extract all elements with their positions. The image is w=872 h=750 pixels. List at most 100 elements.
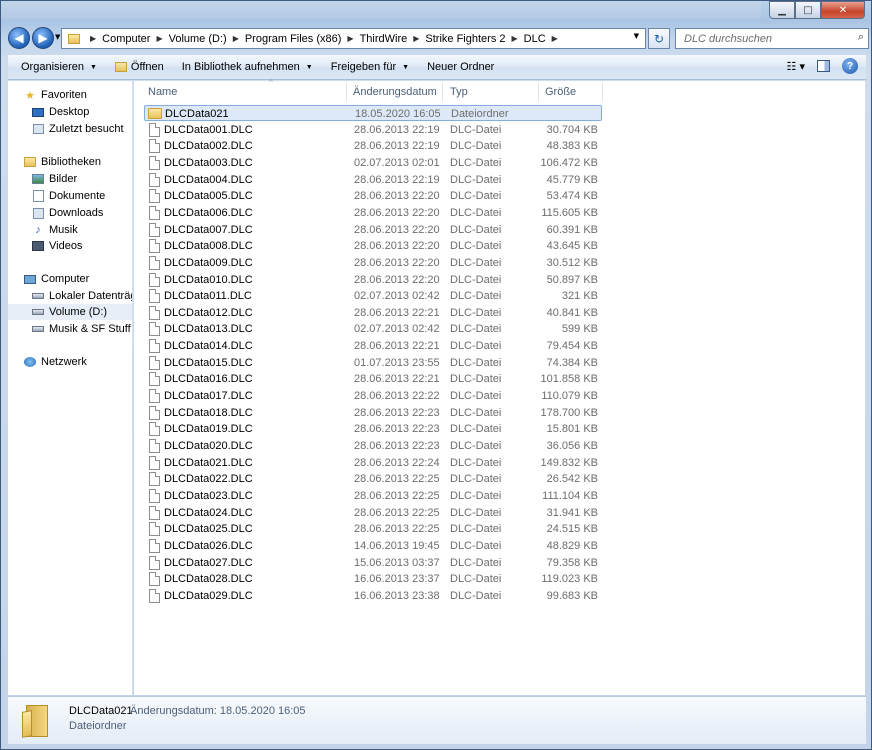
nav-downloads[interactable]: Downloads [31, 205, 132, 221]
open-button[interactable]: Öffnen [106, 55, 173, 79]
breadcrumb-item[interactable]: DLC [524, 33, 546, 45]
table-row[interactable]: DLCData015.DLC 01.07.2013 23:55 DLC-Datei 7… [144, 355, 602, 371]
table-row[interactable]: DLCData009.DLC 28.06.2013 22:20 DLC-Datei 3… [144, 255, 602, 271]
folder-icon [68, 33, 80, 44]
file-icon [149, 355, 160, 370]
file-name: DLCData017.DLC [164, 390, 253, 403]
chevron-right-icon[interactable]: ▶ [512, 34, 518, 43]
table-row[interactable]: DLCData013.DLC 02.07.2013 02:42 DLC-Datei 5… [144, 321, 602, 337]
table-row[interactable]: DLCData027.DLC 15.06.2013 03:37 DLC-Datei 7… [144, 555, 602, 571]
chevron-right-icon[interactable]: ▶ [347, 34, 353, 43]
preview-pane-icon[interactable] [817, 60, 830, 72]
nav-pictures[interactable]: Bilder [31, 171, 132, 187]
search-input[interactable]: DLC durchsuchen ⌕ [675, 28, 869, 49]
chevron-right-icon[interactable]: ▶ [156, 34, 162, 43]
chevron-right-icon[interactable]: ▶ [552, 34, 558, 43]
file-size: 99.683 KB [546, 589, 598, 602]
nav-music-sf-drive[interactable]: Musik & SF Stuff (F:) [31, 321, 132, 337]
back-button[interactable]: ◀ [8, 27, 30, 49]
nav-music[interactable]: ♪ Musik [31, 222, 132, 238]
nav-volume-d[interactable]: Volume (D:) [8, 304, 132, 320]
file-date: 28.06.2013 22:25 [354, 523, 440, 536]
table-row[interactable]: DLCData002.DLC 28.06.2013 22:19 DLC-Datei 4… [144, 138, 602, 154]
file-name: DLCData008.DLC [164, 240, 253, 253]
nav-local-disk[interactable]: Lokaler Datenträger [31, 288, 132, 304]
new-folder-button[interactable]: Neuer Ordner [418, 55, 503, 79]
recent-pages-dropdown[interactable]: ▼ [55, 33, 60, 41]
column-header-date[interactable]: Änderungsdatum [353, 83, 437, 101]
view-options-icon[interactable]: ☷ ▾ [787, 60, 805, 73]
column-divider[interactable] [442, 83, 443, 101]
breadcrumb-item[interactable]: Program Files (x86) [245, 33, 342, 45]
close-button[interactable]: ✕ [821, 1, 865, 19]
nav-network[interactable]: Netzwerk [23, 354, 132, 370]
file-size: 50.897 KB [546, 273, 598, 286]
include-in-library-button[interactable]: In Bibliothek aufnehmen ▼ [173, 55, 322, 79]
table-row[interactable]: DLCData010.DLC 28.06.2013 22:20 DLC-Datei 5… [144, 272, 602, 288]
file-type: DLC-Datei [450, 390, 502, 403]
share-with-button[interactable]: Freigeben für ▼ [322, 55, 418, 79]
table-row[interactable]: DLCData019.DLC 28.06.2013 22:23 DLC-Datei 1… [144, 421, 602, 437]
column-divider[interactable] [346, 83, 347, 101]
table-row[interactable]: DLCData008.DLC 28.06.2013 22:20 DLC-Datei 4… [144, 238, 602, 254]
table-row[interactable]: DLCData020.DLC 28.06.2013 22:23 DLC-Datei 3… [144, 438, 602, 454]
address-dropdown-icon[interactable]: ▼ [634, 32, 639, 40]
navigation-bar: ◀ ▶ ▼ ▶ Computer ▶ Volume (D:) ▶ Program File… [8, 27, 869, 51]
column-header-type[interactable]: Typ [450, 83, 468, 101]
breadcrumb-item[interactable]: ThirdWire [360, 33, 408, 45]
column-header-name[interactable]: Name [148, 83, 177, 101]
address-bar[interactable]: ▶ Computer ▶ Volume (D:) ▶ Program Files (x86… [61, 28, 646, 49]
column-header-size[interactable]: Größe [545, 83, 576, 101]
table-row[interactable]: DLCData028.DLC 16.06.2013 23:37 DLC-Datei 1… [144, 571, 602, 587]
table-row[interactable]: DLCData021 18.05.2020 16:05 Dateiordner [144, 105, 602, 121]
back-arrow-icon: ◀ [14, 31, 24, 45]
table-row[interactable]: DLCData022.DLC 28.06.2013 22:25 DLC-Datei 2… [144, 471, 602, 487]
refresh-button[interactable]: ↻ [648, 28, 670, 49]
help-icon[interactable]: ? [842, 58, 858, 74]
nav-favorites[interactable]: ★ Favoriten [23, 87, 132, 103]
table-row[interactable]: DLCData001.DLC 28.06.2013 22:19 DLC-Datei 3… [144, 122, 602, 138]
breadcrumb-item[interactable]: Volume (D:) [169, 33, 227, 45]
column-divider[interactable] [538, 83, 539, 101]
forward-button[interactable]: ▶ [32, 27, 54, 49]
table-row[interactable]: DLCData021.DLC 28.06.2013 22:24 DLC-Datei 1… [144, 455, 602, 471]
file-size: 45.779 KB [546, 173, 598, 186]
organize-button[interactable]: Organisieren ▼ [12, 55, 106, 79]
file-type: DLC-Datei [450, 256, 502, 269]
table-row[interactable]: DLCData024.DLC 28.06.2013 22:25 DLC-Datei 3… [144, 505, 602, 521]
nav-videos[interactable]: Videos [31, 238, 132, 254]
nav-desktop[interactable]: Desktop [31, 104, 132, 120]
nav-libraries[interactable]: Bibliotheken [23, 154, 132, 170]
nav-recent[interactable]: Zuletzt besucht [31, 121, 132, 137]
table-row[interactable]: DLCData005.DLC 28.06.2013 22:20 DLC-Datei 5… [144, 188, 602, 204]
table-row[interactable]: DLCData029.DLC 16.06.2013 23:38 DLC-Datei 9… [144, 588, 602, 604]
nav-computer[interactable]: Computer [23, 271, 132, 287]
table-row[interactable]: DLCData026.DLC 14.06.2013 19:45 DLC-Datei 4… [144, 538, 602, 554]
column-divider[interactable] [602, 83, 603, 101]
table-row[interactable]: DLCData017.DLC 28.06.2013 22:22 DLC-Datei 1… [144, 388, 602, 404]
table-row[interactable]: DLCData003.DLC 02.07.2013 02:01 DLC-Datei 1… [144, 155, 602, 171]
table-row[interactable]: DLCData014.DLC 28.06.2013 22:21 DLC-Datei 7… [144, 338, 602, 354]
table-row[interactable]: DLCData025.DLC 28.06.2013 22:25 DLC-Datei 2… [144, 521, 602, 537]
chevron-right-icon[interactable]: ▶ [90, 34, 96, 43]
table-row[interactable]: DLCData018.DLC 28.06.2013 22:23 DLC-Datei 1… [144, 405, 602, 421]
pictures-icon [31, 172, 45, 186]
table-row[interactable]: DLCData007.DLC 28.06.2013 22:20 DLC-Datei 6… [144, 222, 602, 238]
chevron-right-icon[interactable]: ▶ [233, 34, 239, 43]
table-row[interactable]: DLCData012.DLC 28.06.2013 22:21 DLC-Datei 4… [144, 305, 602, 321]
file-type: DLC-Datei [450, 206, 502, 219]
table-row[interactable]: DLCData023.DLC 28.06.2013 22:25 DLC-Datei 1… [144, 488, 602, 504]
chevron-right-icon[interactable]: ▶ [413, 34, 419, 43]
table-row[interactable]: DLCData006.DLC 28.06.2013 22:20 DLC-Datei 1… [144, 205, 602, 221]
file-date: 28.06.2013 22:21 [354, 373, 440, 386]
file-name: DLCData002.DLC [164, 140, 253, 153]
breadcrumb-item[interactable]: Strike Fighters 2 [425, 33, 505, 45]
table-row[interactable]: DLCData011.DLC 02.07.2013 02:42 DLC-Datei 3… [144, 288, 602, 304]
minimize-button[interactable]: ▁ [769, 1, 795, 19]
nav-documents[interactable]: Dokumente [31, 188, 132, 204]
table-row[interactable]: DLCData016.DLC 28.06.2013 22:21 DLC-Datei 1… [144, 371, 602, 387]
table-row[interactable]: DLCData004.DLC 28.06.2013 22:19 DLC-Datei 4… [144, 172, 602, 188]
folder-icon [148, 108, 162, 119]
breadcrumb-item[interactable]: Computer [102, 33, 150, 45]
maximize-button[interactable]: □ [795, 1, 821, 19]
